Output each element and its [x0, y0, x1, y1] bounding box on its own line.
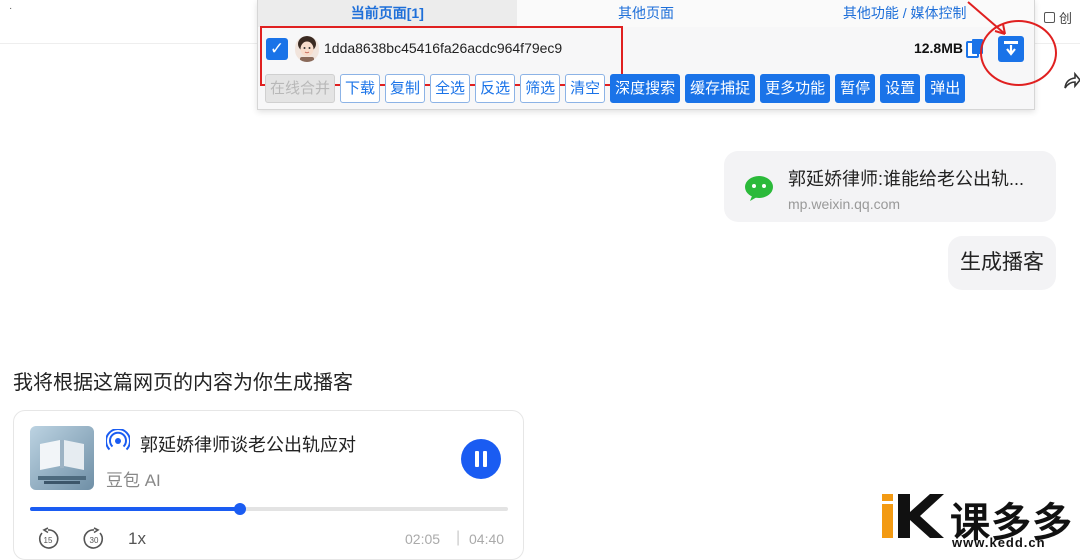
podcast-cover	[30, 426, 94, 490]
progress-fill	[30, 507, 241, 511]
player-controls: 15 30 1x 02:05 | 04:40	[36, 527, 508, 551]
invert-select-button[interactable]: 反选	[475, 74, 516, 103]
merge-online-button[interactable]: 在线合并	[265, 74, 336, 103]
podcast-title: 郭延娇律师谈老公出轨应对	[140, 435, 356, 455]
copy-button[interactable]: 复制	[385, 74, 426, 103]
deep-search-button[interactable]: 深度搜索	[610, 74, 681, 103]
speed-button[interactable]: 1x	[128, 529, 146, 549]
more-functions-button[interactable]: 更多功能	[760, 74, 831, 103]
svg-text:15: 15	[44, 536, 53, 545]
user-message: 生成播客	[948, 236, 1056, 290]
forward-30-icon[interactable]: 30	[82, 527, 106, 551]
window-icon[interactable]	[1043, 12, 1055, 23]
progress-handle[interactable]	[234, 503, 247, 515]
share-icon[interactable]	[1063, 70, 1080, 92]
create-label[interactable]: 创	[1059, 8, 1072, 27]
media-sniffer-panel: 当前页面[1] 其他页面 其他功能 / 媒体控制 ✓ 1dda8638bc454…	[257, 0, 1035, 110]
assistant-reply: 我将根据这篇网页的内容为你生成播客	[13, 372, 353, 394]
select-all-button[interactable]: 全选	[430, 74, 471, 103]
progress-track[interactable]	[30, 503, 508, 515]
top-right-controls[interactable]: 创	[1043, 8, 1072, 27]
pause-button[interactable]: 暂停	[835, 74, 876, 103]
watermark-logo: 课多多 www.kedd.cn	[880, 490, 1080, 552]
sniffer-tabs: 当前页面[1] 其他页面 其他功能 / 媒体控制	[258, 0, 1035, 27]
current-time: 02:05	[405, 531, 441, 547]
podcast-signal-icon	[106, 429, 130, 451]
annotation-arrow	[967, 1, 1006, 35]
page-dot: ·	[9, 3, 13, 14]
total-time: 04:40	[469, 531, 505, 547]
media-item-row[interactable]: ✓ 1dda8638bc45416fa26acdc964f79ec9 12.8M…	[258, 26, 1034, 86]
popup-button[interactable]: 弹出	[925, 74, 966, 103]
podcast-card: 郭延娇律师谈老公出轨应对 豆包 AI 15 30 1x 02:05 | 04:4…	[13, 410, 524, 560]
time-separator: |	[456, 529, 461, 546]
link-url: mp.weixin.qq.com	[788, 196, 901, 212]
tab-current-page[interactable]: 当前页面[1]	[258, 0, 517, 27]
watermark-url: www.kedd.cn	[952, 535, 1046, 550]
clear-button[interactable]: 清空	[565, 74, 606, 103]
sniffer-toolbar: 在线合并 下载 复制 全选 反选 筛选 清空 深度搜索 缓存捕捉 更多功能 暂停…	[265, 74, 966, 103]
download-button[interactable]: 下载	[340, 74, 381, 103]
tab-other-pages[interactable]: 其他页面	[516, 0, 776, 27]
cache-capture-button[interactable]: 缓存捕捉	[685, 74, 756, 103]
watermark-k-icon	[882, 494, 944, 538]
link-card[interactable]: 郭延娇律师:谁能给老公出轨... mp.weixin.qq.com	[724, 151, 1056, 222]
filter-button[interactable]: 筛选	[520, 74, 561, 103]
rewind-15-icon[interactable]: 15	[36, 527, 60, 551]
link-title: 郭延娇律师:谁能给老公出轨...	[788, 169, 1025, 189]
media-file-size: 12.8MB	[913, 40, 963, 56]
podcast-source: 豆包 AI	[106, 471, 161, 490]
settings-button[interactable]: 设置	[880, 74, 921, 103]
wechat-icon	[745, 176, 773, 201]
svg-text:30: 30	[90, 536, 99, 545]
pause-icon[interactable]	[461, 439, 501, 479]
